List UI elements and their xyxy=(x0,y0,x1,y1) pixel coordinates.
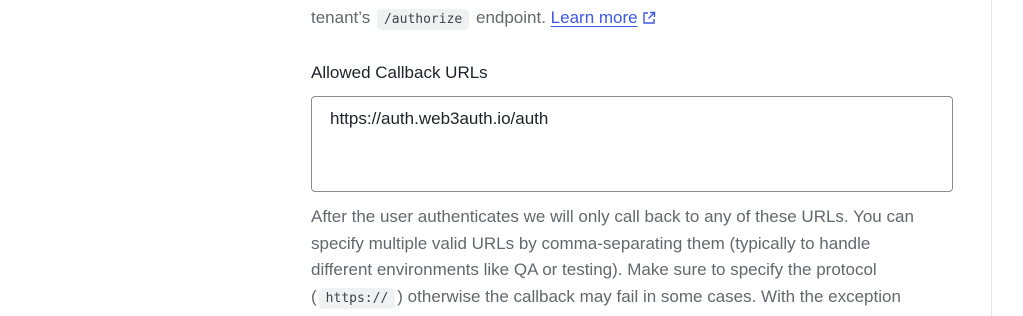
help-line-rest: ) otherwise the callback may fail in som… xyxy=(397,286,901,306)
learn-more-label: Learn more xyxy=(550,8,638,27)
description-prefix: tenant’s xyxy=(311,8,371,27)
learn-more-link[interactable]: Learn more xyxy=(551,8,656,27)
application-settings-page: tenant’s /authorize endpoint. Learn more… xyxy=(0,0,1023,316)
external-link-icon xyxy=(642,6,656,34)
help-paren-open: ( xyxy=(311,286,317,306)
callback-urls-help-text: After the user authenticates we will onl… xyxy=(311,204,961,312)
allowed-callback-urls-label: Allowed Callback URLs xyxy=(311,63,488,82)
help-line: different environments like QA or testin… xyxy=(311,260,877,279)
help-line: After the user authenticates we will onl… xyxy=(311,207,914,226)
content-right-divider xyxy=(991,0,992,316)
description-middle: endpoint. xyxy=(475,8,546,27)
https-code: https:// xyxy=(318,287,396,309)
authorize-code: /authorize xyxy=(376,9,470,30)
help-line: (https://) otherwise the callback may fa… xyxy=(311,284,961,313)
allowed-callback-urls-value: https://auth.web3auth.io/auth xyxy=(330,109,549,128)
help-line: specify multiple valid URLs by comma-sep… xyxy=(311,233,871,253)
allowed-callback-urls-input[interactable]: https://auth.web3auth.io/auth xyxy=(311,96,953,192)
authorize-endpoint-description: tenant’s /authorize endpoint. Learn more xyxy=(311,4,656,32)
